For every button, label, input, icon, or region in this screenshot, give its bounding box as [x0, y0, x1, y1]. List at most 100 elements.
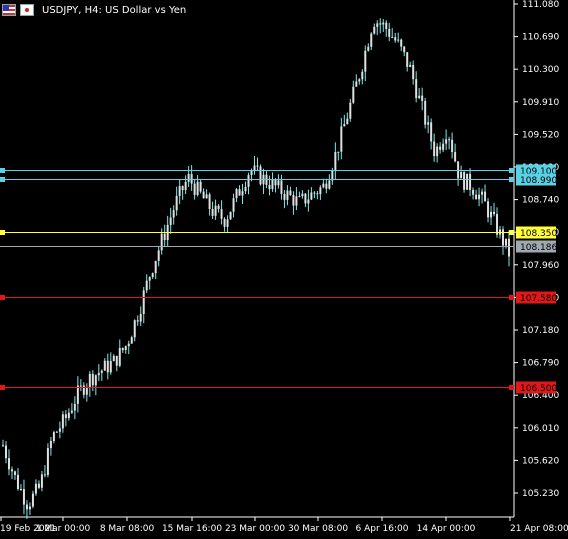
candle-body	[340, 126, 343, 152]
candle-body	[205, 194, 208, 199]
candle-body	[226, 219, 229, 227]
candle-body	[100, 370, 103, 373]
candle-body	[88, 373, 91, 388]
level-handle-right[interactable]	[509, 385, 514, 390]
candle-body	[250, 170, 253, 176]
candle-body	[424, 100, 427, 125]
candle-body	[421, 95, 424, 101]
candle-body	[337, 151, 340, 153]
candle-body	[94, 375, 97, 386]
candle-body	[202, 191, 205, 199]
candle-body	[172, 210, 175, 218]
candle-body	[61, 414, 64, 429]
candle-body	[376, 23, 379, 27]
level-handle-right[interactable]	[509, 295, 514, 300]
candle-body	[280, 180, 283, 194]
candle-body	[310, 192, 313, 200]
candle-body	[490, 211, 493, 218]
candle-body	[25, 504, 28, 510]
candle-body	[334, 152, 337, 171]
candle-body	[130, 337, 133, 344]
candle-body	[277, 180, 280, 186]
candle-body	[271, 179, 274, 190]
candle-body	[430, 122, 433, 142]
level-handle-left[interactable]	[0, 230, 5, 235]
candle-body	[469, 173, 472, 190]
candle-body	[478, 194, 481, 200]
candle-body	[457, 161, 460, 179]
candle-body	[418, 95, 421, 99]
candle-body	[220, 209, 223, 219]
candle-body	[184, 181, 187, 191]
candle-body	[199, 181, 202, 192]
candle-body	[160, 233, 163, 251]
candle-body	[301, 193, 304, 197]
level-price-label: 107.580	[520, 294, 557, 304]
level-handle-left[interactable]	[0, 168, 5, 173]
candle-body	[505, 238, 508, 246]
candle-body	[142, 290, 145, 314]
candle-body	[283, 193, 286, 200]
time-tick-label: 23 Mar 00:00	[225, 524, 285, 534]
candle-body	[118, 347, 121, 366]
candle-body	[460, 172, 463, 179]
level-handle-left[interactable]	[0, 295, 5, 300]
candle-body	[367, 46, 370, 51]
candle-body	[82, 385, 85, 395]
price-tick-label: 111.080	[522, 0, 559, 10]
candle-body	[472, 189, 475, 195]
level-handle-left[interactable]	[0, 385, 5, 390]
candle-body	[34, 483, 37, 494]
candle-body	[397, 39, 400, 41]
level-handle-left[interactable]	[0, 177, 5, 182]
candle-body	[46, 448, 49, 475]
candle-body	[388, 28, 391, 37]
candle-body	[328, 180, 331, 189]
level-handle-right[interactable]	[509, 230, 514, 235]
time-tick-label: 8 Mar 08:00	[100, 524, 155, 534]
candle-body	[97, 372, 100, 376]
price-tick-label: 106.790	[522, 359, 559, 369]
candle-body	[307, 199, 310, 204]
candle-body	[433, 141, 436, 157]
candle-body	[121, 347, 124, 351]
candle-body	[304, 193, 307, 204]
price-chart[interactable]: 111.080110.690110.300109.910109.520109.1…	[0, 0, 568, 539]
candle-body	[28, 506, 31, 510]
candle-body	[10, 469, 13, 472]
candle-body	[379, 23, 382, 25]
level-price-label: 106.500	[520, 384, 557, 394]
price-tick-label: 107.180	[522, 326, 559, 336]
level-handle-right[interactable]	[509, 168, 514, 173]
candle-body	[151, 273, 154, 278]
candle-body	[208, 194, 211, 209]
candle-body	[508, 238, 510, 257]
candle-body	[7, 458, 10, 470]
candle-body	[229, 211, 232, 220]
candle-body	[259, 166, 262, 185]
candle-body	[43, 474, 46, 476]
candle-body	[196, 181, 199, 195]
candle-body	[73, 403, 76, 411]
candle-body	[136, 320, 139, 322]
candle-body	[292, 194, 295, 206]
level-handle-right[interactable]	[509, 177, 514, 182]
candle-body	[49, 441, 52, 449]
candle-body	[373, 26, 376, 34]
candle-body	[493, 211, 496, 215]
price-tick-label: 105.230	[522, 489, 559, 499]
candle-body	[286, 190, 289, 200]
candle-body	[127, 343, 130, 347]
candle-body	[235, 189, 238, 199]
candle-body	[415, 79, 418, 99]
candle-body	[4, 445, 7, 459]
candle-body	[133, 320, 136, 338]
candle-body	[175, 195, 178, 211]
candle-body	[325, 183, 328, 189]
candle-body	[409, 64, 412, 67]
price-tick-label: 107.960	[522, 261, 559, 271]
candle-body	[58, 428, 61, 432]
candle-body	[487, 201, 490, 218]
candle-body	[496, 214, 499, 235]
candle-body	[157, 250, 160, 261]
